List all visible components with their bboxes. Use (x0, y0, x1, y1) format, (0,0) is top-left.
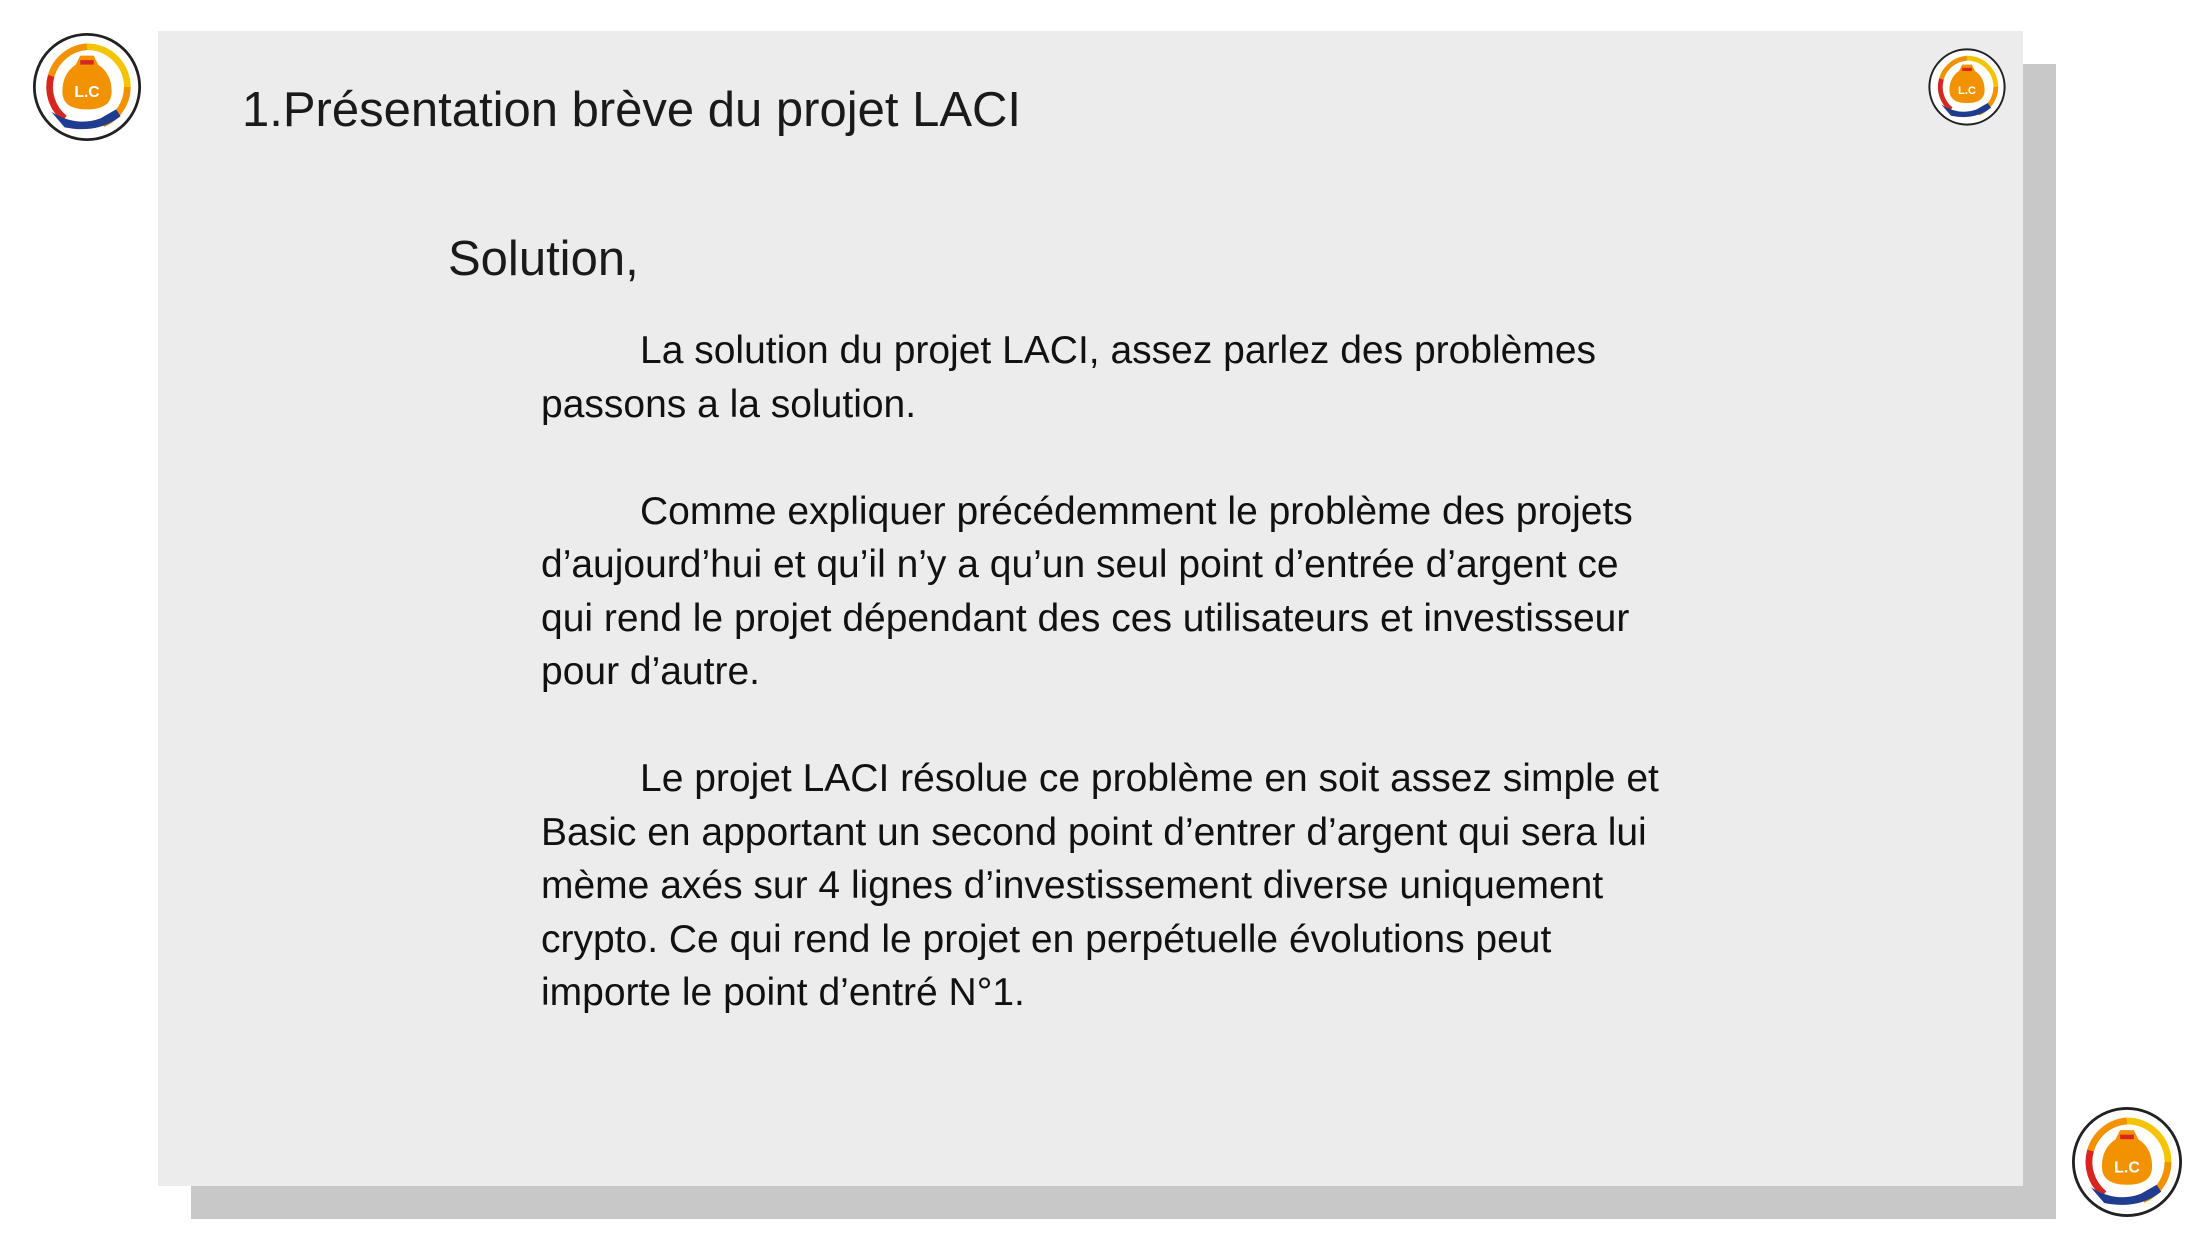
slide-title: 1.Présentation brève du projet LACI (242, 83, 1022, 137)
logo-text: L.C (74, 84, 99, 101)
slide-subtitle: Solution, (448, 232, 639, 286)
slide-body: La solution du projet LACI, assez parlez… (541, 324, 1671, 1020)
paragraph-2: Comme expliquer précédemment le problème… (541, 489, 1633, 694)
paragraph-1: La solution du projet LACI, assez parlez… (541, 329, 1597, 426)
logo-text: L.C (2114, 1159, 2140, 1176)
slide: 1.Présentation brève du projet LACI Solu… (158, 31, 2023, 1186)
laci-logo-icon: L.C (31, 31, 143, 143)
logo-text: L.C (1958, 85, 1976, 97)
paragraph-3: Le projet LACI résolue ce problème en so… (541, 757, 1659, 1014)
presentation-page: 1.Présentation brève du projet LACI Solu… (0, 0, 2205, 1240)
laci-logo-icon: L.C (2070, 1105, 2184, 1219)
laci-logo-icon: L.C (1927, 47, 2007, 127)
